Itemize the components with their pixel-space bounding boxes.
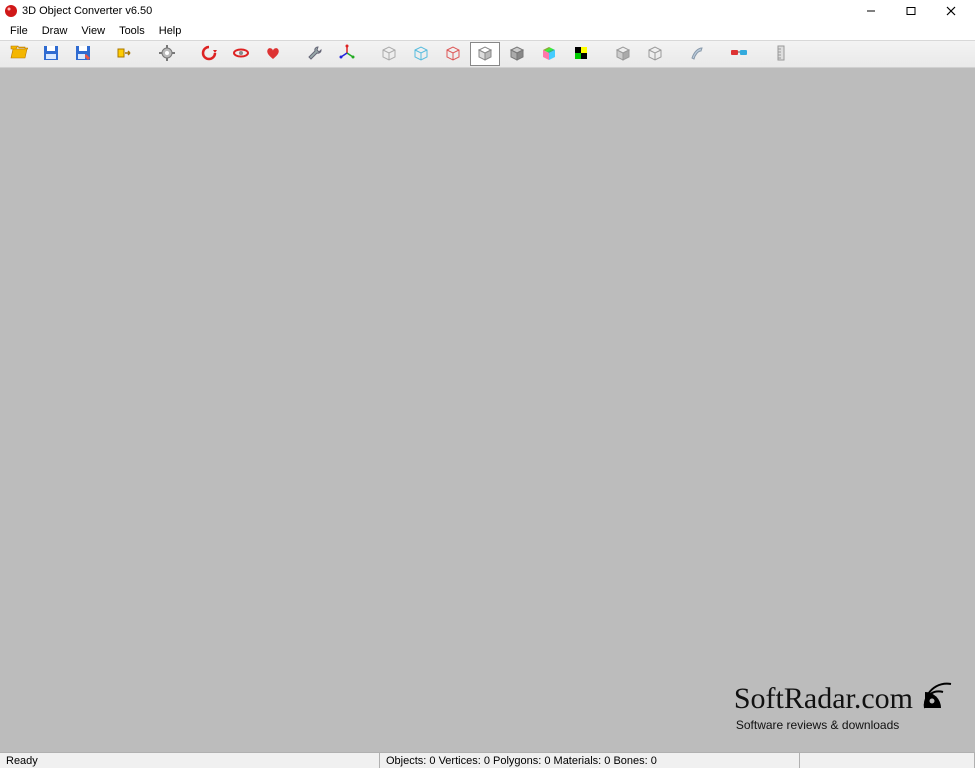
save-as-icon [74, 44, 92, 65]
wireframe-red-button[interactable] [438, 42, 468, 66]
rotate-y-button[interactable] [226, 42, 256, 66]
gradient-cube-icon [540, 44, 558, 65]
paint-icon [688, 44, 706, 65]
gradient-cube-button[interactable] [534, 42, 564, 66]
checker-cube-button[interactable] [566, 42, 596, 66]
shaded-grey-button[interactable] [502, 42, 532, 66]
toolbar [0, 40, 975, 68]
checker-cube-icon [572, 44, 590, 65]
app-window: 3D Object Converter v6.50 File Draw View… [0, 0, 975, 768]
menu-bar: File Draw View Tools Help [0, 22, 975, 40]
wire-cube-grey-icon [380, 44, 398, 65]
menu-view[interactable]: View [75, 24, 111, 38]
wire-cube-blue-icon [412, 44, 430, 65]
cube-plain-icon [614, 44, 632, 65]
watermark-title: SoftRadar.com [734, 682, 913, 716]
axes-button[interactable] [332, 42, 362, 66]
cube-outline-button[interactable] [640, 42, 670, 66]
open-icon [10, 44, 28, 65]
save-icon [42, 44, 60, 65]
title-bar: 3D Object Converter v6.50 [0, 0, 975, 22]
watermark: SoftRadar.com Software reviews & downloa… [734, 678, 955, 732]
rotate-ring-icon [232, 44, 250, 65]
app-icon [4, 4, 18, 18]
tool-wrench-icon [306, 44, 324, 65]
measure-button[interactable] [766, 42, 796, 66]
window-title: 3D Object Converter v6.50 [22, 5, 152, 17]
menu-draw[interactable]: Draw [36, 24, 74, 38]
rotate-z-button[interactable] [258, 42, 288, 66]
wireframe-grey-button[interactable] [374, 42, 404, 66]
wireframe-blue-button[interactable] [406, 42, 436, 66]
shaded-cube-grey-icon [508, 44, 526, 65]
menu-tools[interactable]: Tools [113, 24, 151, 38]
batch-convert-icon [116, 44, 134, 65]
status-bar: Ready Objects: 0 Vertices: 0 Polygons: 0… [0, 752, 975, 768]
shaded-white-button[interactable] [470, 42, 500, 66]
anaglyph-button[interactable] [724, 42, 754, 66]
watermark-subtitle: Software reviews & downloads [736, 718, 955, 732]
status-tail [800, 753, 975, 768]
menu-help[interactable]: Help [153, 24, 188, 38]
cube-outline-icon [646, 44, 664, 65]
minimize-button[interactable] [851, 1, 891, 21]
close-button[interactable] [931, 1, 971, 21]
paint-button[interactable] [682, 42, 712, 66]
save-button[interactable] [36, 42, 66, 66]
status-ready: Ready [0, 753, 380, 768]
maximize-button[interactable] [891, 1, 931, 21]
glasses-3d-icon [730, 44, 748, 65]
tool-wrench-button[interactable] [300, 42, 330, 66]
shaded-cube-white-icon [476, 44, 494, 65]
settings-icon [158, 44, 176, 65]
batch-convert-button[interactable] [110, 42, 140, 66]
rotate-x-button[interactable] [194, 42, 224, 66]
rotate-heart-icon [264, 44, 282, 65]
open-button[interactable] [4, 42, 34, 66]
viewport[interactable]: SoftRadar.com Software reviews & downloa… [0, 68, 975, 752]
wire-cube-red-icon [444, 44, 462, 65]
menu-file[interactable]: File [4, 24, 34, 38]
status-info: Objects: 0 Vertices: 0 Polygons: 0 Mater… [380, 753, 800, 768]
rotate-red-icon [200, 44, 218, 65]
settings-button[interactable] [152, 42, 182, 66]
ruler-icon [772, 44, 790, 65]
axes-icon [338, 44, 356, 65]
cube-plain-button[interactable] [608, 42, 638, 66]
save-as-button[interactable] [68, 42, 98, 66]
radar-icon [921, 678, 955, 720]
